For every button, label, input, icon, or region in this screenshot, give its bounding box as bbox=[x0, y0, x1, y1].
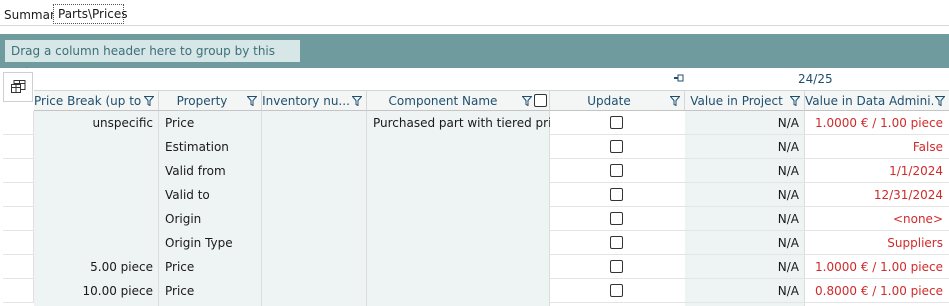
value-in-project-cell: N/A bbox=[685, 111, 805, 135]
inventory-column-bg bbox=[262, 111, 367, 306]
column-header-label: Value in Data Admini... bbox=[805, 94, 933, 108]
pin-icon[interactable] bbox=[674, 74, 684, 82]
update-checkbox[interactable] bbox=[610, 284, 623, 297]
component-name-cell: Purchased part with tiered prices bbox=[373, 116, 550, 130]
row-selector[interactable] bbox=[3, 111, 34, 135]
column-header-component-name[interactable]: Component Name bbox=[367, 90, 550, 111]
property-cell: Origin Type bbox=[165, 236, 233, 250]
filter-icon[interactable] bbox=[247, 96, 257, 106]
property-cell: Price bbox=[165, 116, 195, 130]
value-in-data-admin-cell: 0.8000 € / 1.00 piece bbox=[805, 279, 949, 303]
group-by-panel[interactable]: Drag a column header here to group by th… bbox=[0, 34, 949, 80]
column-header-label: Property bbox=[176, 94, 228, 108]
column-header-label: Inventory nu... bbox=[262, 94, 350, 108]
column-header-label: Value in Project bbox=[690, 94, 783, 108]
row-selector[interactable] bbox=[3, 135, 34, 159]
column-chooser-button[interactable] bbox=[3, 72, 33, 102]
value-in-project-cell: N/A bbox=[685, 159, 805, 183]
value-in-project-cell: N/A bbox=[685, 231, 805, 255]
update-cell bbox=[550, 111, 685, 135]
property-cell: Estimation bbox=[165, 140, 229, 154]
update-checkbox[interactable] bbox=[610, 188, 623, 201]
tab-bar: Summary Parts\Prices bbox=[0, 0, 949, 26]
price-break-cell: 10.00 piece bbox=[82, 284, 153, 298]
property-cell: Price bbox=[165, 260, 195, 274]
row-selector[interactable] bbox=[3, 279, 34, 303]
update-checkbox[interactable] bbox=[610, 164, 623, 177]
value-in-data-admin-cell: False bbox=[805, 135, 949, 159]
row-selector[interactable] bbox=[3, 255, 34, 279]
update-cell bbox=[550, 279, 685, 303]
value-in-data-admin-cell: 12/31/2024 bbox=[805, 183, 949, 207]
row-selector[interactable] bbox=[3, 183, 34, 207]
row-selector[interactable] bbox=[3, 231, 34, 255]
column-header-property[interactable]: Property bbox=[159, 90, 262, 111]
value-in-project-cell: N/A bbox=[685, 183, 805, 207]
column-header-label: Update bbox=[587, 94, 631, 108]
property-cell: Valid to bbox=[165, 188, 210, 202]
update-cell bbox=[550, 255, 685, 279]
value-in-project-cell: N/A bbox=[685, 135, 805, 159]
value-in-data-admin-cell: 1/1/2024 bbox=[805, 159, 949, 183]
filter-icon[interactable] bbox=[144, 96, 154, 106]
update-checkbox[interactable] bbox=[610, 260, 623, 273]
component-column-bg bbox=[367, 111, 550, 306]
column-chooser-icon bbox=[11, 80, 26, 93]
page-counter: 24/25 bbox=[798, 72, 833, 86]
update-cell bbox=[550, 207, 685, 231]
property-cell: Origin bbox=[165, 212, 202, 226]
filter-icon[interactable] bbox=[935, 96, 945, 106]
value-in-data-admin-cell: 1.0000 € / 1.00 piece bbox=[805, 111, 949, 135]
property-cell: Price bbox=[165, 284, 195, 298]
column-header-value-in-project[interactable]: Value in Project bbox=[685, 90, 805, 111]
filter-icon[interactable] bbox=[522, 96, 532, 106]
column-header-label: Component Name bbox=[388, 94, 498, 108]
value-in-data-admin-cell: <none> bbox=[805, 207, 949, 231]
filter-icon[interactable] bbox=[790, 96, 800, 106]
value-in-project-cell: N/A bbox=[685, 207, 805, 231]
update-checkbox[interactable] bbox=[610, 116, 623, 129]
update-checkbox[interactable] bbox=[610, 236, 623, 249]
tab-parts-prices[interactable]: Parts\Prices bbox=[53, 4, 128, 24]
column-header-label: Price Break (up to) bbox=[34, 94, 142, 108]
row-selector[interactable] bbox=[3, 159, 34, 183]
column-header-inventory-number[interactable]: Inventory nu... bbox=[262, 90, 367, 111]
filter-icon[interactable] bbox=[352, 96, 362, 106]
value-in-data-admin-cell: Suppliers bbox=[805, 231, 949, 255]
property-cell: Valid from bbox=[165, 164, 226, 178]
update-cell bbox=[550, 159, 685, 183]
value-in-project-cell: N/A bbox=[685, 279, 805, 303]
update-checkbox[interactable] bbox=[610, 140, 623, 153]
group-by-hint: Drag a column header here to group by th… bbox=[5, 40, 300, 80]
update-checkbox[interactable] bbox=[610, 212, 623, 225]
update-cell bbox=[550, 183, 685, 207]
value-in-project-cell: N/A bbox=[685, 255, 805, 279]
filter-icon[interactable] bbox=[670, 96, 680, 106]
column-header-update[interactable]: Update bbox=[550, 90, 685, 111]
select-all-checkbox[interactable] bbox=[534, 94, 547, 107]
update-cell bbox=[550, 231, 685, 255]
column-header-value-in-data-admin[interactable]: Value in Data Admini... bbox=[805, 90, 949, 111]
price-break-cell: unspecific bbox=[92, 116, 153, 130]
column-header-price-break[interactable]: Price Break (up to) bbox=[34, 90, 159, 111]
value-in-data-admin-cell: 1.0000 € / 1.00 piece bbox=[805, 255, 949, 279]
update-cell bbox=[550, 135, 685, 159]
price-break-cell: 5.00 piece bbox=[90, 260, 153, 274]
row-selector[interactable] bbox=[3, 207, 34, 231]
